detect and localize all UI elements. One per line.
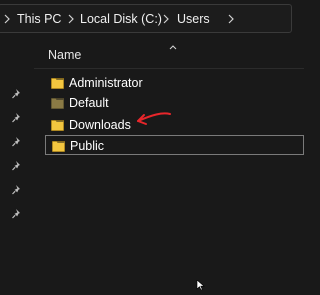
folder-name: Downloads xyxy=(69,118,131,132)
folder-name: Administrator xyxy=(69,76,143,90)
chevron-right-icon[interactable] xyxy=(161,13,171,25)
list-item[interactable]: Default xyxy=(45,93,304,113)
list-item-selected[interactable]: Public xyxy=(45,135,304,155)
header-divider xyxy=(34,68,304,69)
column-header-name[interactable]: Name xyxy=(48,48,81,62)
chevron-right-icon[interactable] xyxy=(66,13,76,25)
list-item[interactable]: Administrator xyxy=(45,73,304,93)
red-arrow-annotation-icon xyxy=(134,109,172,129)
folder-icon xyxy=(52,140,65,152)
mouse-cursor-icon xyxy=(196,277,206,291)
pin-icon[interactable] xyxy=(11,136,23,148)
pin-icon[interactable] xyxy=(11,112,23,124)
folder-icon xyxy=(51,77,64,89)
sort-ascending-icon xyxy=(168,38,178,50)
folder-dim-icon xyxy=(51,97,64,109)
folder-name: Default xyxy=(69,96,109,110)
breadcrumb-users[interactable]: Users xyxy=(177,12,210,26)
pin-icon[interactable] xyxy=(11,160,23,172)
pin-icon[interactable] xyxy=(11,184,23,196)
address-bar: This PC Local Disk (C:) Users xyxy=(0,0,304,37)
folder-name: Public xyxy=(70,139,105,153)
breadcrumb-this-pc[interactable]: This PC xyxy=(17,12,61,26)
breadcrumb-local-disk[interactable]: Local Disk (C:) xyxy=(80,12,162,26)
folder-icon xyxy=(51,119,64,131)
pin-icon[interactable] xyxy=(11,208,23,220)
chevron-right-icon[interactable] xyxy=(226,13,236,25)
pin-icon[interactable] xyxy=(11,88,23,100)
list-item[interactable]: Downloads xyxy=(45,115,304,135)
chevron-right-icon[interactable] xyxy=(2,13,12,25)
file-list: Name Administrator Default Downloads Pub… xyxy=(34,37,304,284)
navigation-pane xyxy=(0,37,34,284)
